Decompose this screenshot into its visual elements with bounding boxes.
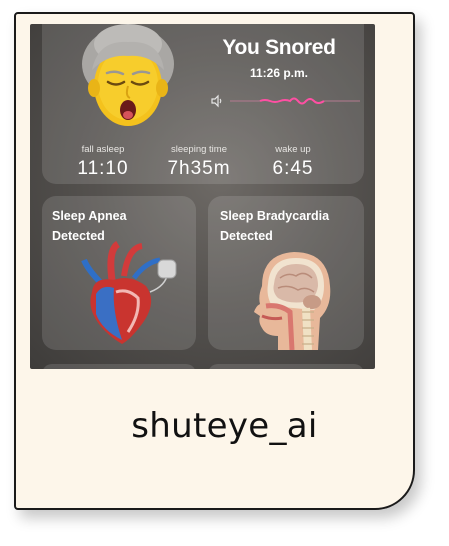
bottom-tile-left[interactable] xyxy=(42,364,196,369)
heart-pacemaker-icon xyxy=(81,241,177,344)
head-anatomy-icon xyxy=(254,252,331,350)
bottom-tile-right[interactable] xyxy=(208,364,364,369)
stat-value-sleeping-time: 7h35m xyxy=(167,158,231,179)
bradycardia-title-line2: Detected xyxy=(220,229,273,243)
snore-waveform[interactable] xyxy=(230,94,360,108)
sleep-apnea-tile[interactable]: Sleep Apnea Detected xyxy=(42,196,196,350)
app-caption: shuteye_ai xyxy=(131,406,318,446)
snore-time: 11:26 p.m. xyxy=(249,66,309,80)
bradycardia-title-line1: Sleep Bradycardia xyxy=(220,209,330,223)
apnea-title-line1: Sleep Apnea xyxy=(52,209,127,223)
speaker-icon[interactable] xyxy=(210,94,224,108)
snoring-grandmother-icon xyxy=(82,24,174,126)
stat-label-fall-asleep: fall asleep xyxy=(81,144,125,155)
stat-value-wake-up: 6:45 xyxy=(272,158,314,179)
stat-label-wake-up: wake up xyxy=(275,144,311,155)
snore-title: You Snored xyxy=(222,36,336,59)
stat-label-sleeping-time: sleeping time xyxy=(171,144,227,155)
sleep-bradycardia-tile[interactable]: Sleep Bradycardia Detected xyxy=(208,196,364,350)
stat-value-fall-asleep: 11:10 xyxy=(77,158,129,179)
snore-summary-panel[interactable]: You Snored 11:26 p.m. fall asleep 11:10 … xyxy=(42,24,364,184)
app-screenshot: You Snored 11:26 p.m. fall asleep 11:10 … xyxy=(30,24,375,369)
